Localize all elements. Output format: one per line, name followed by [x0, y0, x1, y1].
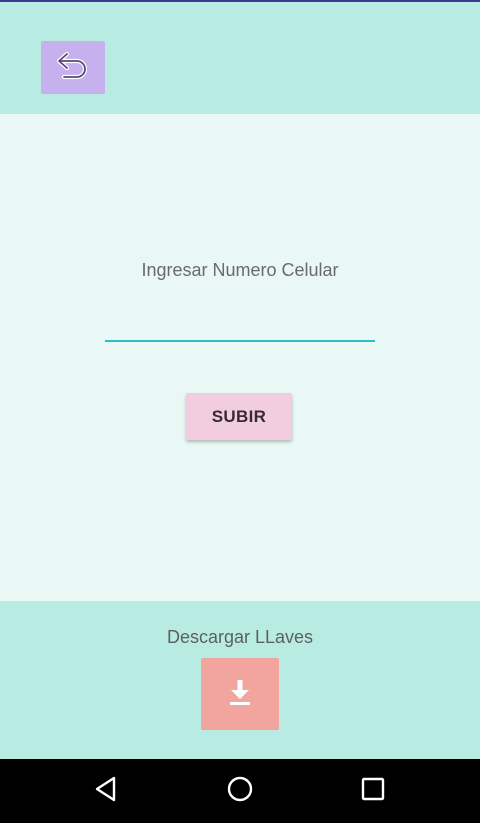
nav-back-button[interactable]: [86, 771, 126, 811]
nav-home-button[interactable]: [220, 771, 260, 811]
nav-home-icon: [226, 775, 254, 808]
download-icon: [225, 677, 255, 712]
phone-number-input[interactable]: [105, 306, 375, 342]
nav-back-icon: [93, 775, 119, 808]
header-bar: [0, 2, 480, 114]
nav-recents-icon: [360, 776, 386, 807]
system-navigation-bar: [0, 759, 480, 823]
download-label: Descargar LLaves: [166, 627, 314, 647]
nav-recents-button[interactable]: [353, 771, 393, 811]
upload-button[interactable]: SUBIR: [186, 393, 292, 440]
phone-label: Ingresar Numero Celular: [141, 260, 339, 280]
main-content: Ingresar Numero Celular SUBIR: [0, 114, 480, 601]
download-button[interactable]: [201, 658, 279, 730]
footer-panel: Descargar LLaves: [0, 601, 480, 759]
undo-arrow-icon: [55, 49, 91, 86]
back-button[interactable]: [41, 41, 105, 94]
